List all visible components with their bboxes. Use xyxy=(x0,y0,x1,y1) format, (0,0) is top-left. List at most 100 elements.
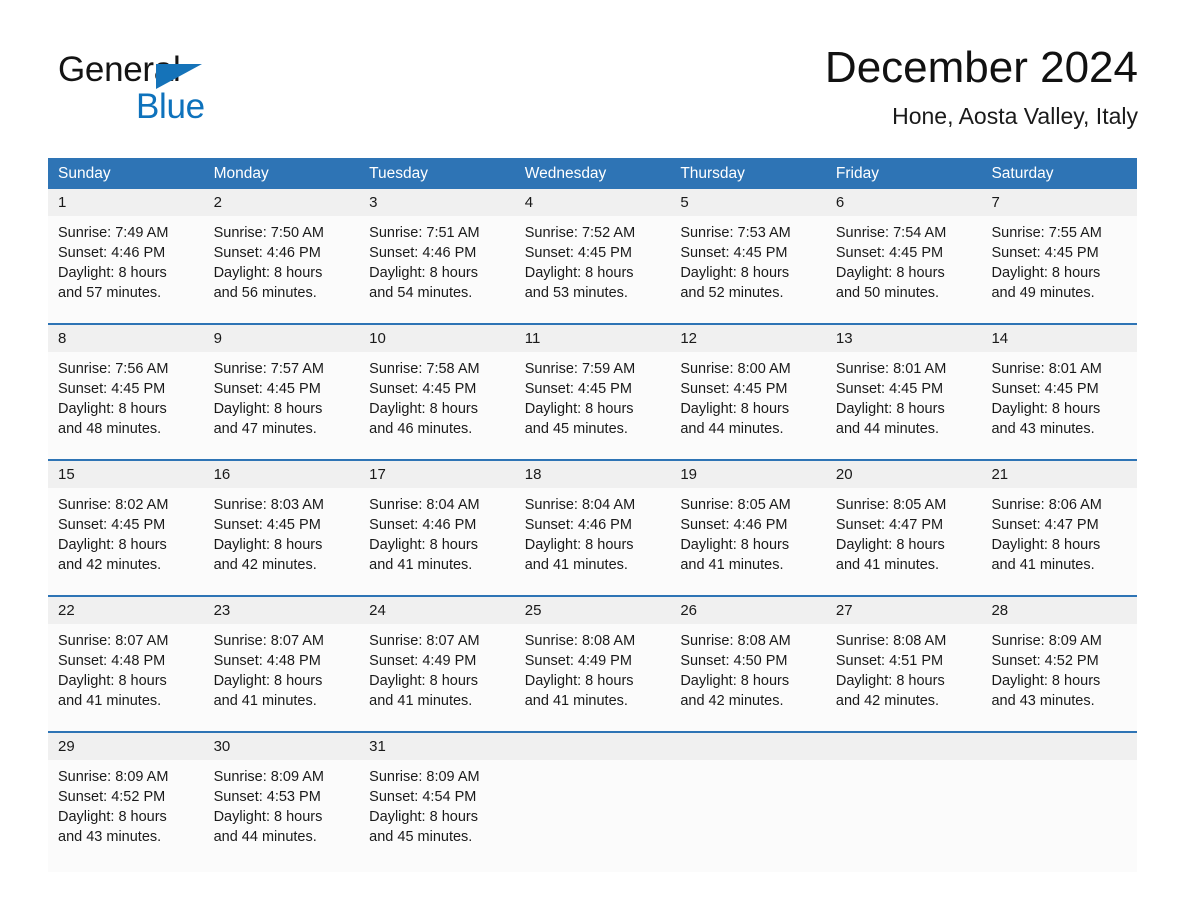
day-cell[interactable]: Sunrise: 8:08 AM Sunset: 4:50 PM Daylight:… xyxy=(670,624,826,731)
day-cell[interactable]: Sunrise: 7:53 AM Sunset: 4:45 PM Daylight:… xyxy=(670,216,826,323)
daylight-text-line1: Daylight: 8 hours xyxy=(991,401,1101,417)
day-cell[interactable]: Sunrise: 8:06 AM Sunset: 4:47 PM Daylight:… xyxy=(981,488,1137,595)
sunset-text: Sunset: 4:48 PM xyxy=(213,653,321,669)
daylight-text-line2: and 41 minutes. xyxy=(524,557,628,573)
day-cell-empty xyxy=(826,760,982,872)
sunset-text: Sunset: 4:45 PM xyxy=(213,381,321,397)
day-number: 30 xyxy=(213,738,231,755)
sunset-text: Sunset: 4:45 PM xyxy=(524,245,632,261)
sunset-text: Sunset: 4:45 PM xyxy=(991,245,1099,261)
day-cell[interactable]: Sunrise: 7:55 AM Sunset: 4:45 PM Daylight:… xyxy=(981,216,1137,323)
day-cell[interactable]: Sunrise: 8:04 AM Sunset: 4:46 PM Daylight:… xyxy=(359,488,515,595)
daylight-text-line2: and 56 minutes. xyxy=(213,285,317,301)
daylight-text-line1: Daylight: 8 hours xyxy=(835,537,945,553)
day-cell[interactable]: Sunrise: 7:50 AM Sunset: 4:46 PM Daylight:… xyxy=(204,216,360,323)
daylight-text-line1: Daylight: 8 hours xyxy=(991,265,1101,281)
day-detail-band: Sunrise: 7:56 AM Sunset: 4:45 PM Daylight:… xyxy=(48,352,1137,459)
daylight-text-line2: and 43 minutes. xyxy=(58,829,162,845)
day-cell[interactable]: Sunrise: 7:59 AM Sunset: 4:45 PM Daylight:… xyxy=(515,352,671,459)
sunset-text: Sunset: 4:48 PM xyxy=(58,653,166,669)
day-cell[interactable]: Sunrise: 8:09 AM Sunset: 4:52 PM Daylight:… xyxy=(981,624,1137,731)
day-number: 7 xyxy=(991,194,1000,211)
day-cell[interactable]: Sunrise: 7:51 AM Sunset: 4:46 PM Daylight:… xyxy=(359,216,515,323)
daylight-text-line1: Daylight: 8 hours xyxy=(369,673,478,689)
day-cell[interactable]: Sunrise: 8:04 AM Sunset: 4:46 PM Daylight:… xyxy=(515,488,671,595)
sunset-text: Sunset: 4:53 PM xyxy=(213,789,321,805)
day-cell[interactable]: Sunrise: 7:57 AM Sunset: 4:45 PM Daylight:… xyxy=(204,352,360,459)
sunset-text: Sunset: 4:46 PM xyxy=(369,517,477,533)
sunrise-text: Sunrise: 7:49 AM xyxy=(58,225,169,241)
day-cell[interactable]: Sunrise: 7:49 AM Sunset: 4:46 PM Daylight:… xyxy=(48,216,204,323)
day-number-empty xyxy=(826,733,982,760)
sunset-text: Sunset: 4:51 PM xyxy=(835,653,944,669)
day-number: 26 xyxy=(680,602,697,619)
day-number: 4 xyxy=(524,194,534,211)
day-cell[interactable]: Sunrise: 8:01 AM Sunset: 4:45 PM Daylight:… xyxy=(826,352,982,459)
day-cell[interactable]: Sunrise: 7:56 AM Sunset: 4:45 PM Daylight:… xyxy=(48,352,204,459)
day-cell[interactable]: Sunrise: 7:58 AM Sunset: 4:45 PM Daylight:… xyxy=(359,352,515,459)
sunset-text: Sunset: 4:54 PM xyxy=(369,789,477,805)
day-cell[interactable]: Sunrise: 7:54 AM Sunset: 4:45 PM Daylight:… xyxy=(826,216,982,323)
day-number: 15 xyxy=(58,466,75,483)
sunrise-text: Sunrise: 8:09 AM xyxy=(213,769,324,785)
day-detail-band: Sunrise: 8:02 AM Sunset: 4:45 PM Daylight:… xyxy=(48,488,1137,595)
day-number: 9 xyxy=(213,330,222,347)
day-number: 8 xyxy=(58,330,67,347)
day-cell[interactable]: Sunrise: 8:01 AM Sunset: 4:45 PM Daylight:… xyxy=(981,352,1137,459)
sunset-text: Sunset: 4:45 PM xyxy=(213,517,321,533)
day-cell[interactable]: Sunrise: 8:09 AM Sunset: 4:52 PM Daylight:… xyxy=(48,760,204,872)
day-number: 19 xyxy=(680,466,697,483)
day-number: 31 xyxy=(369,738,386,755)
sunrise-text: Sunrise: 8:04 AM xyxy=(369,497,480,513)
day-cell[interactable]: Sunrise: 8:05 AM Sunset: 4:47 PM Daylight:… xyxy=(826,488,982,595)
daylight-text-line1: Daylight: 8 hours xyxy=(58,673,167,689)
title-block: December 2024 Hone, Aosta Valley, Italy xyxy=(825,42,1138,130)
triangle-flag-icon xyxy=(156,64,202,89)
day-cell[interactable]: Sunrise: 8:00 AM Sunset: 4:45 PM Daylight:… xyxy=(670,352,826,459)
daylight-text-line2: and 53 minutes. xyxy=(524,285,628,301)
page-title: December 2024 xyxy=(824,43,1138,92)
day-number: 12 xyxy=(680,330,697,347)
sunrise-text: Sunrise: 7:58 AM xyxy=(369,361,480,377)
day-cell[interactable]: Sunrise: 8:07 AM Sunset: 4:48 PM Daylight:… xyxy=(48,624,204,731)
general-blue-logo[interactable]: General Blue xyxy=(58,50,318,134)
daylight-text-line2: and 41 minutes. xyxy=(524,693,628,709)
day-cell[interactable]: Sunrise: 8:09 AM Sunset: 4:54 PM Daylight:… xyxy=(359,760,515,872)
daylight-text-line2: and 54 minutes. xyxy=(369,285,473,301)
daylight-text-line2: and 47 minutes. xyxy=(213,421,317,437)
day-number: 2 xyxy=(213,194,222,211)
daylight-text-line1: Daylight: 8 hours xyxy=(680,401,790,417)
calendar-weeks: 1 2 3 4 5 6 7 Sunrise: 7:49 AM Sunset: 4:46 PM Da… xyxy=(48,189,1137,872)
day-cell-empty xyxy=(981,760,1137,872)
day-cell[interactable]: Sunrise: 8:07 AM Sunset: 4:49 PM Daylight:… xyxy=(359,624,515,731)
daylight-text-line1: Daylight: 8 hours xyxy=(213,401,323,417)
sunset-text: Sunset: 4:45 PM xyxy=(680,381,788,397)
day-number-empty xyxy=(515,733,671,760)
daylight-text-line2: and 44 minutes. xyxy=(680,421,784,437)
sunrise-text: Sunrise: 8:08 AM xyxy=(524,633,636,649)
daylight-text-line1: Daylight: 8 hours xyxy=(835,401,945,417)
day-number: 20 xyxy=(835,466,853,483)
daylight-text-line2: and 45 minutes. xyxy=(524,421,628,437)
day-cell[interactable]: Sunrise: 8:08 AM Sunset: 4:49 PM Daylight:… xyxy=(515,624,671,731)
calendar-grid: Sunday Monday Tuesday Wednesday Thursday… xyxy=(48,158,1137,872)
day-cell[interactable]: Sunrise: 8:08 AM Sunset: 4:51 PM Daylight:… xyxy=(826,624,982,731)
daylight-text-line2: and 41 minutes. xyxy=(213,693,317,709)
day-cell[interactable]: Sunrise: 7:52 AM Sunset: 4:45 PM Daylight:… xyxy=(515,216,671,323)
day-number: 28 xyxy=(991,602,1009,619)
day-cell[interactable]: Sunrise: 8:03 AM Sunset: 4:45 PM Daylight:… xyxy=(204,488,360,595)
daylight-text-line1: Daylight: 8 hours xyxy=(524,673,634,689)
sunrise-text: Sunrise: 8:04 AM xyxy=(524,497,636,513)
sunrise-text: Sunrise: 8:07 AM xyxy=(369,633,480,649)
sunrise-text: Sunrise: 7:59 AM xyxy=(524,361,636,377)
sunset-text: Sunset: 4:52 PM xyxy=(991,653,1099,669)
day-cell[interactable]: Sunrise: 8:07 AM Sunset: 4:48 PM Daylight:… xyxy=(204,624,360,731)
day-cell[interactable]: Sunrise: 8:09 AM Sunset: 4:53 PM Daylight:… xyxy=(204,760,360,872)
sunrise-text: Sunrise: 7:57 AM xyxy=(213,361,324,377)
page-header: General Blue December 2024 Hone, Aosta V… xyxy=(48,42,1138,142)
day-number-band: 8 9 10 11 12 13 14 xyxy=(48,325,1137,352)
sunrise-text: Sunrise: 7:50 AM xyxy=(213,225,324,241)
day-cell[interactable]: Sunrise: 8:02 AM Sunset: 4:45 PM Daylight:… xyxy=(48,488,204,595)
sunset-text: Sunset: 4:46 PM xyxy=(680,517,788,533)
day-cell[interactable]: Sunrise: 8:05 AM Sunset: 4:46 PM Daylight:… xyxy=(670,488,826,595)
